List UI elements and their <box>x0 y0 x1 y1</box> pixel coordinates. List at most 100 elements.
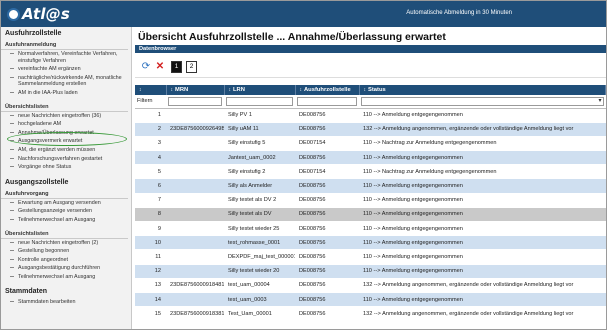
filter-mrn-input[interactable] <box>168 96 222 106</box>
sidebar-item[interactable]: Gestellung begonnen <box>1 247 131 256</box>
cell-nr: 11 <box>135 249 166 265</box>
table-row[interactable]: 5 Silly einstufig 2 DE007154 110 --> Nachtr… <box>135 164 606 180</box>
data-table: ↕ ↕ MRN ↕ LRN ↕ Ausfuhrzollstelle ↕ Status F… <box>135 85 606 322</box>
table-row[interactable]: 9 Silly testet wieder 25 DE008756 110 --> A… <box>135 221 606 237</box>
table-row[interactable]: 1323DE8756000918481B4test_uam_00004DE008… <box>135 278 606 293</box>
filter-status-select[interactable] <box>361 96 604 106</box>
page-button-2[interactable]: 2 <box>186 61 197 73</box>
sidebar-item[interactable]: AM, die ergänzt werden müssen <box>1 146 131 155</box>
cell-lrn: test_uam_00004 <box>224 278 295 293</box>
refresh-icon[interactable]: ⟳ <box>141 62 151 72</box>
sidebar-item[interactable]: nachträgliche/rückwirkende AM, monatlich… <box>1 74 131 89</box>
filter-label: Filtern <box>137 98 153 105</box>
cell-lrn: Test_Uam_00001 <box>224 306 295 322</box>
sidebar-group-title: Übersichtslisten <box>1 229 128 239</box>
column-header-office[interactable]: ↕ Ausfuhrzollstelle <box>295 85 360 95</box>
cell-office: DE008756 <box>295 207 359 223</box>
sidebar-item[interactable]: neue Nachrichten eingetroffen (2) <box>1 239 131 248</box>
sidebar-item[interactable]: Stammdaten bearbeiten <box>1 298 131 307</box>
cell-status: 110 --> Anmeldung entgegengenommen <box>359 235 606 251</box>
data-browser-bar: Datenbrowser <box>135 45 606 53</box>
cell-office: DE008756 <box>295 306 359 322</box>
main-content: Übersicht Ausfuhrzollstelle ... Annahme/… <box>135 27 606 329</box>
table-row[interactable]: 1 Silly PV 1 DE008756 110 --> Anmeldung ent… <box>135 108 606 123</box>
app-header: Atl@s Automatische Abmeldung in 30 Minut… <box>1 1 606 27</box>
table-row[interactable]: 10 test_rohmasse_0001 DE008756 110 --> Anme… <box>135 235 606 251</box>
sidebar-item[interactable]: Erwartung am Ausgang versenden <box>1 199 131 208</box>
cell-mrn <box>166 193 224 208</box>
table-row[interactable]: 12 Silly testet wieder 20 DE008756 110 --> … <box>135 264 606 279</box>
cell-office: DE008756 <box>295 278 359 293</box>
sidebar-item[interactable]: Teilnehmerwechsel am Ausgang <box>1 273 131 282</box>
cell-office: DE008756 <box>295 193 359 208</box>
table-row[interactable]: 2 23DE875600092649B9 Silly uAM 11 DE008756 1… <box>135 122 606 137</box>
cell-nr: 6 <box>135 178 166 194</box>
cell-nr: 3 <box>135 136 166 152</box>
sidebar-item[interactable]: vereinfachte AM ergänzen <box>1 65 131 74</box>
cell-nr: 12 <box>135 264 166 279</box>
sidebar-item[interactable]: Nachforschungsverfahren gestartet <box>1 155 131 164</box>
cell-mrn: 23DE8756000918381B0 <box>166 306 224 322</box>
sidebar-group-title: Übersichtslisten <box>1 102 128 112</box>
cell-office: DE008756 <box>295 264 359 279</box>
cell-status: 110 --> Anmeldung entgegengenommen <box>359 193 606 208</box>
cell-office: DE007154 <box>295 136 359 152</box>
column-header-nr[interactable]: ↕ <box>135 85 167 95</box>
cell-mrn <box>166 164 224 180</box>
logo[interactable]: Atl@s <box>7 4 70 24</box>
column-header-lrn[interactable]: ↕ LRN <box>224 85 296 95</box>
table-row[interactable]: 7 Silly testet als DV 2 DE008756 110 --> An… <box>135 193 606 208</box>
cell-status: 110 --> Anmeldung entgegengenommen <box>359 150 606 166</box>
filter-row: Filtern <box>135 95 606 109</box>
cell-status: 110 --> Anmeldung entgegengenommen <box>359 207 606 223</box>
cell-lrn: Silly einstufig 2 <box>224 164 295 180</box>
sidebar-item[interactable]: Normalverfahren, Vereinfachte Verfahren,… <box>1 50 131 65</box>
cell-nr: 15 <box>135 306 166 322</box>
table-row[interactable]: 1523DE8756000918381B0Test_Uam_00001DE008… <box>135 306 606 322</box>
page-title: Übersicht Ausfuhrzollstelle ... Annahme/… <box>138 31 446 43</box>
sidebar-section-title: Ausgangszollstelle <box>5 178 69 186</box>
table-row[interactable]: 6 Silly als Anmelder DE008756 110 --> Anmel… <box>135 178 606 194</box>
sidebar-item[interactable]: neue Nachrichten eingetroffen (36) <box>1 112 131 121</box>
filter-office-input[interactable] <box>297 96 357 106</box>
cell-nr: 4 <box>135 150 166 166</box>
column-header-status[interactable]: ↕ Status <box>359 85 606 95</box>
sidebar-item[interactable]: Teilnehmerwechsel am Ausgang <box>1 216 131 225</box>
cell-mrn <box>166 264 224 279</box>
cell-status: 132 --> Anmeldung angenommen, ergänzende… <box>359 122 606 137</box>
cell-status: 110 --> Anmeldung entgegengenommen <box>359 249 606 265</box>
page-button-1[interactable]: 1 <box>171 61 182 73</box>
cell-status: 110 --> Anmeldung entgegengenommen <box>359 108 606 123</box>
table-row[interactable]: 8 Silly testet als DV DE008756 110 --> Anme… <box>135 207 606 223</box>
cell-office: DE007154 <box>295 164 359 180</box>
table-row[interactable]: 4 Jantest_uam_0002 DE008756 110 --> Anmeldu… <box>135 150 606 166</box>
cell-office: DE008756 <box>295 292 359 308</box>
cell-status: 110 --> Anmeldung entgegengenommen <box>359 292 606 308</box>
cell-mrn: 23DE8756000918481B4 <box>166 278 224 293</box>
table-row[interactable]: 14 test_uam_0003 DE008756 110 --> Anmeldung… <box>135 292 606 308</box>
delete-icon[interactable]: ✕ <box>155 62 165 72</box>
highlight-ring <box>7 132 127 146</box>
filter-lrn-input[interactable] <box>226 96 293 106</box>
table-row[interactable]: 11 DEXPDF_maj_test_000001 DE008756 110 --> … <box>135 249 606 265</box>
cell-nr: 5 <box>135 164 166 180</box>
sidebar-section-title: Ausfuhrzollstelle <box>5 30 62 37</box>
cell-mrn <box>166 136 224 152</box>
cell-status: 110 --> Anmeldung entgegengenommen <box>359 221 606 237</box>
app-window: Atl@s Automatische Abmeldung in 30 Minut… <box>0 0 607 330</box>
cell-mrn <box>166 150 224 166</box>
sidebar-item[interactable]: Gestellungsanzeige versenden <box>1 207 131 216</box>
sidebar-item[interactable]: Kontrolle angeordnet <box>1 256 131 265</box>
table-row[interactable]: 3 Silly einstufig 5 DE007154 110 --> Nachtr… <box>135 136 606 152</box>
column-header-mrn[interactable]: ↕ MRN <box>166 85 225 95</box>
cell-mrn <box>166 292 224 308</box>
cell-mrn: 23DE875600092649B9 <box>166 122 224 137</box>
cell-lrn: test_uam_0003 <box>224 292 295 308</box>
cell-lrn: Jantest_uam_0002 <box>224 150 295 166</box>
sidebar-item[interactable]: Vorgänge ohne Status <box>1 163 131 172</box>
sidebar-item[interactable]: hochgeladene AM <box>1 120 131 129</box>
cell-nr: 7 <box>135 193 166 208</box>
sidebar-item[interactable]: Ausgangsbestätigung durchführen <box>1 264 131 273</box>
sidebar-item[interactable]: AM in die IAA-Plus laden <box>1 89 131 98</box>
table-header: ↕ ↕ MRN ↕ LRN ↕ Ausfuhrzollstelle ↕ Status <box>135 85 606 95</box>
